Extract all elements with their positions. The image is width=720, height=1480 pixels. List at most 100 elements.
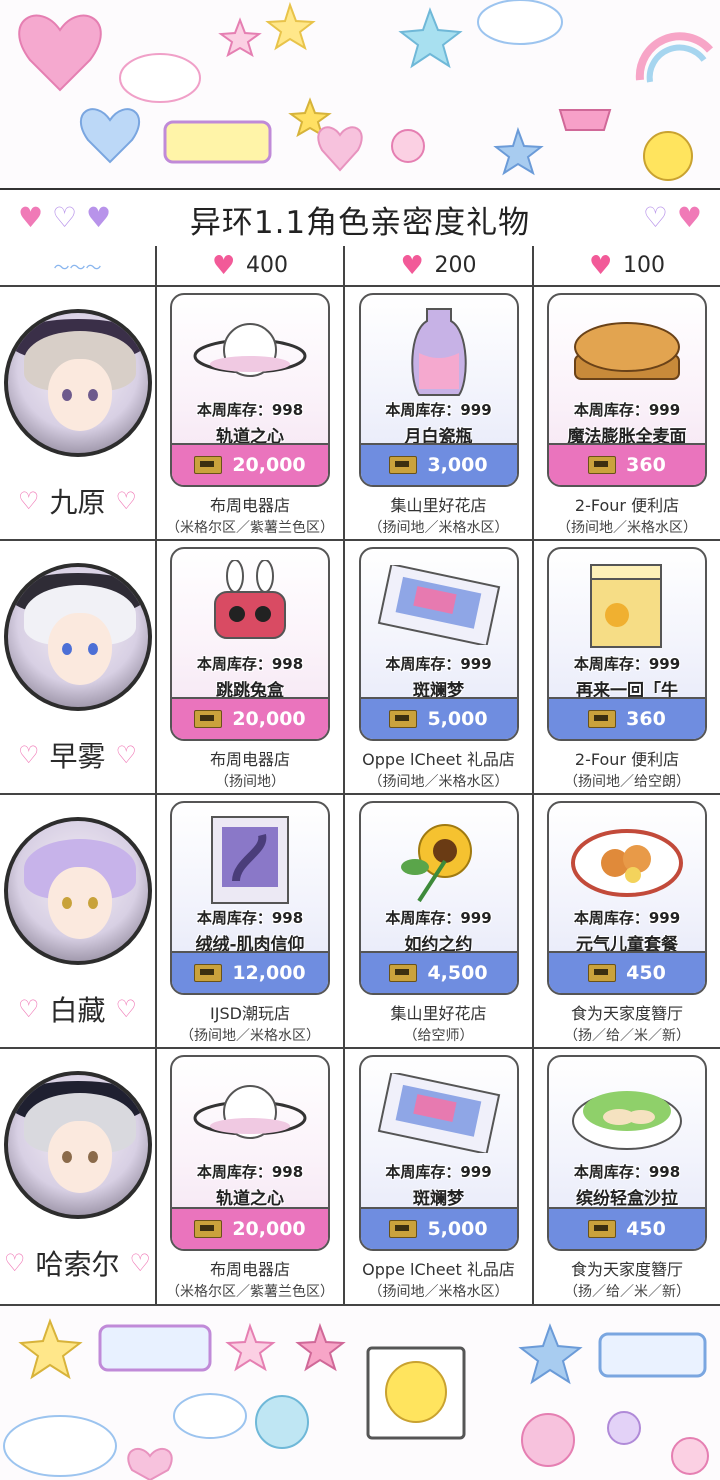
flower-doodle [607,1411,641,1445]
weekly-stock: 本周库存：998 [196,655,304,673]
weekly-stock: 本周库存：999 [385,909,492,927]
character-avatar [3,1071,152,1219]
star-doodle [18,1318,83,1380]
price-tier-header: ♥ 400 [157,246,345,287]
ticket-icon [588,710,617,728]
weekly-stock: 本周库存：998 [196,909,304,927]
smiley-doodle [643,131,693,181]
title-bar: ♥ ♡ ♥ 异环1.1角色亲密度礼物 ♡ ♥ [0,188,720,250]
title-hearts-right: ♡ ♥ [643,198,702,238]
shop-area: （扬间地） [214,774,285,790]
gift-card[interactable]: 本周库存：999 再来一回「牛 360 [547,547,707,741]
ticket-icon [389,710,418,728]
weekly-stock: 本周库存：998 [196,1163,304,1181]
gift-price: 20,000 [232,1218,306,1240]
gift-card[interactable]: 本周库存：999 月白瓷瓶 3,000 [358,293,519,487]
weekly-stock: 本周库存：999 [385,401,492,419]
star-doodle [218,17,262,58]
gift-card[interactable]: 本周库存：999 魔法膨胀全麦面 360 [547,293,707,487]
shop-name: 集山里好花店 [390,496,487,515]
gift-image [549,303,705,399]
gift-price: 450 [626,962,666,984]
gift-card[interactable]: 本周库存：998 轨道之心 20,000 [170,293,330,487]
gift-card[interactable]: 本周库存：998 轨道之心 20,000 [170,1055,330,1251]
shop-area: （给空师） [403,1028,474,1044]
face-shape [47,359,112,431]
ticket-icon [588,964,617,982]
heart-icon: ♡ [115,487,138,515]
heart-icon: ♡ [17,487,40,515]
flower-doodle [671,1437,709,1475]
gift-card[interactable]: 本周库存：998 绒绒-肌肉信仰 12,000 [170,801,330,995]
shop-name: 布周电器店 [209,750,290,769]
ticket-icon [588,1220,617,1238]
shop-name: 食为天家度簪厅 [570,1260,683,1279]
gift-cell: 本周库存：999 斑斓梦 5,000 Oppe lCheet 礼品店 （扬间地／米格水区… [345,1049,534,1306]
rainbow-doodle [646,44,707,83]
shop-name: Oppe lCheet 礼品店 [362,750,515,769]
shop-info: 食为天家度簪厅 （扬／给／米／新） [564,1259,690,1303]
gift-cell: 本周库存：999 月白瓷瓶 3,000 集山里好花店 （扬间地／米格水区） [345,287,534,541]
title-hearts-left: ♥ ♡ ♥ [18,198,111,238]
heart-doodle [18,14,102,92]
gift-image [549,1065,705,1161]
gift-price: 360 [626,708,666,730]
ticket-icon [194,710,223,728]
shop-area: （米格尔区／紫薯兰色区） [166,520,334,536]
face-shape [47,867,112,939]
star-doodle [398,7,463,69]
gift-image [172,811,328,907]
gift-price: 450 [626,1218,666,1240]
character-name: 哈索尔 [35,1248,120,1281]
heart-icon: ♥ [400,250,424,281]
gift-cell: 本周库存：999 再来一回「牛 360 2-Four 便利店 （扬间地／给空朗） [534,541,720,795]
weekly-stock: 本周库存：999 [385,655,492,673]
shop-name: 布周电器店 [209,496,290,515]
shop-area: （扬间地／米格水区） [368,520,509,536]
gift-cell: 本周库存：998 跳跳兔盒 20,000 布周电器店 （扬间地） [157,541,345,795]
flower-doodle [391,129,425,163]
shop-area: （扬间地／米格水区） [368,1284,509,1300]
price-bar: 4,500 [360,951,517,993]
face-shape [47,613,112,685]
character-avatar [3,817,152,965]
weekly-stock: 本周库存：999 [573,401,681,419]
shop-info: 2-Four 便利店 （扬间地／米格水区） [557,495,697,539]
ticket-icon [389,456,418,474]
cloud-doodle [477,0,563,45]
gift-cell: 本周库存：999 元气儿童套餐 450 食为天家度簪厅 （扬／给／米／新） [534,795,720,1049]
gift-card[interactable]: 本周库存：999 斑斓梦 5,000 [358,1055,519,1251]
gift-card[interactable]: 本周库存：999 斑斓梦 5,000 [358,547,519,741]
shop-info: 布周电器店 （米格尔区／紫薯兰色区） [166,1259,334,1303]
shop-info: 食为天家度簪厅 （扬／给／米／新） [564,1003,690,1047]
gift-card[interactable]: 本周库存：998 缤纷轻盒沙拉 450 [547,1055,707,1251]
gift-image [549,811,705,907]
eye-shape [87,643,98,655]
character-avatar [3,309,152,457]
gift-card[interactable]: 本周库存：999 如约之约 4,500 [358,801,519,995]
flower-doodle [521,1413,575,1467]
eye-shape [87,897,98,909]
gift-card[interactable]: 本周库存：998 跳跳兔盒 20,000 [170,547,330,741]
gift-cell: 本周库存：998 绒绒-肌肉信仰 12,000 IJSD潮玩店 （扬间地／米格水区） [157,795,345,1049]
shop-info: 集山里好花店 （给空师） [390,1003,486,1047]
heart-icon: ♡ [3,1249,26,1277]
candy-box-doodle [98,1324,212,1372]
gift-name: 斑斓梦 [413,1189,464,1209]
heart-icon: ♡ [115,995,138,1023]
shop-area: （扬间地／米格水区） [368,774,509,790]
bottom-doodle-banner [0,1306,720,1480]
shop-area: （扬间地／米格水区） [180,1028,320,1044]
character-cell: ♡ 哈索尔 ♡ [0,1049,157,1306]
ticket-icon [588,456,617,474]
eye-shape [87,1151,98,1163]
star-doodle [518,1323,583,1385]
wave-doodle-icon: ～～～ [53,257,102,277]
gift-image [172,1065,328,1161]
heart-icon: ♡ [17,995,40,1023]
gift-name: 轨道之心 [216,1189,284,1209]
header-corner: ～～～ [0,246,157,287]
face-shape [47,1121,112,1193]
eye-shape [61,389,72,401]
gift-card[interactable]: 本周库存：999 元气儿童套餐 450 [547,801,707,995]
